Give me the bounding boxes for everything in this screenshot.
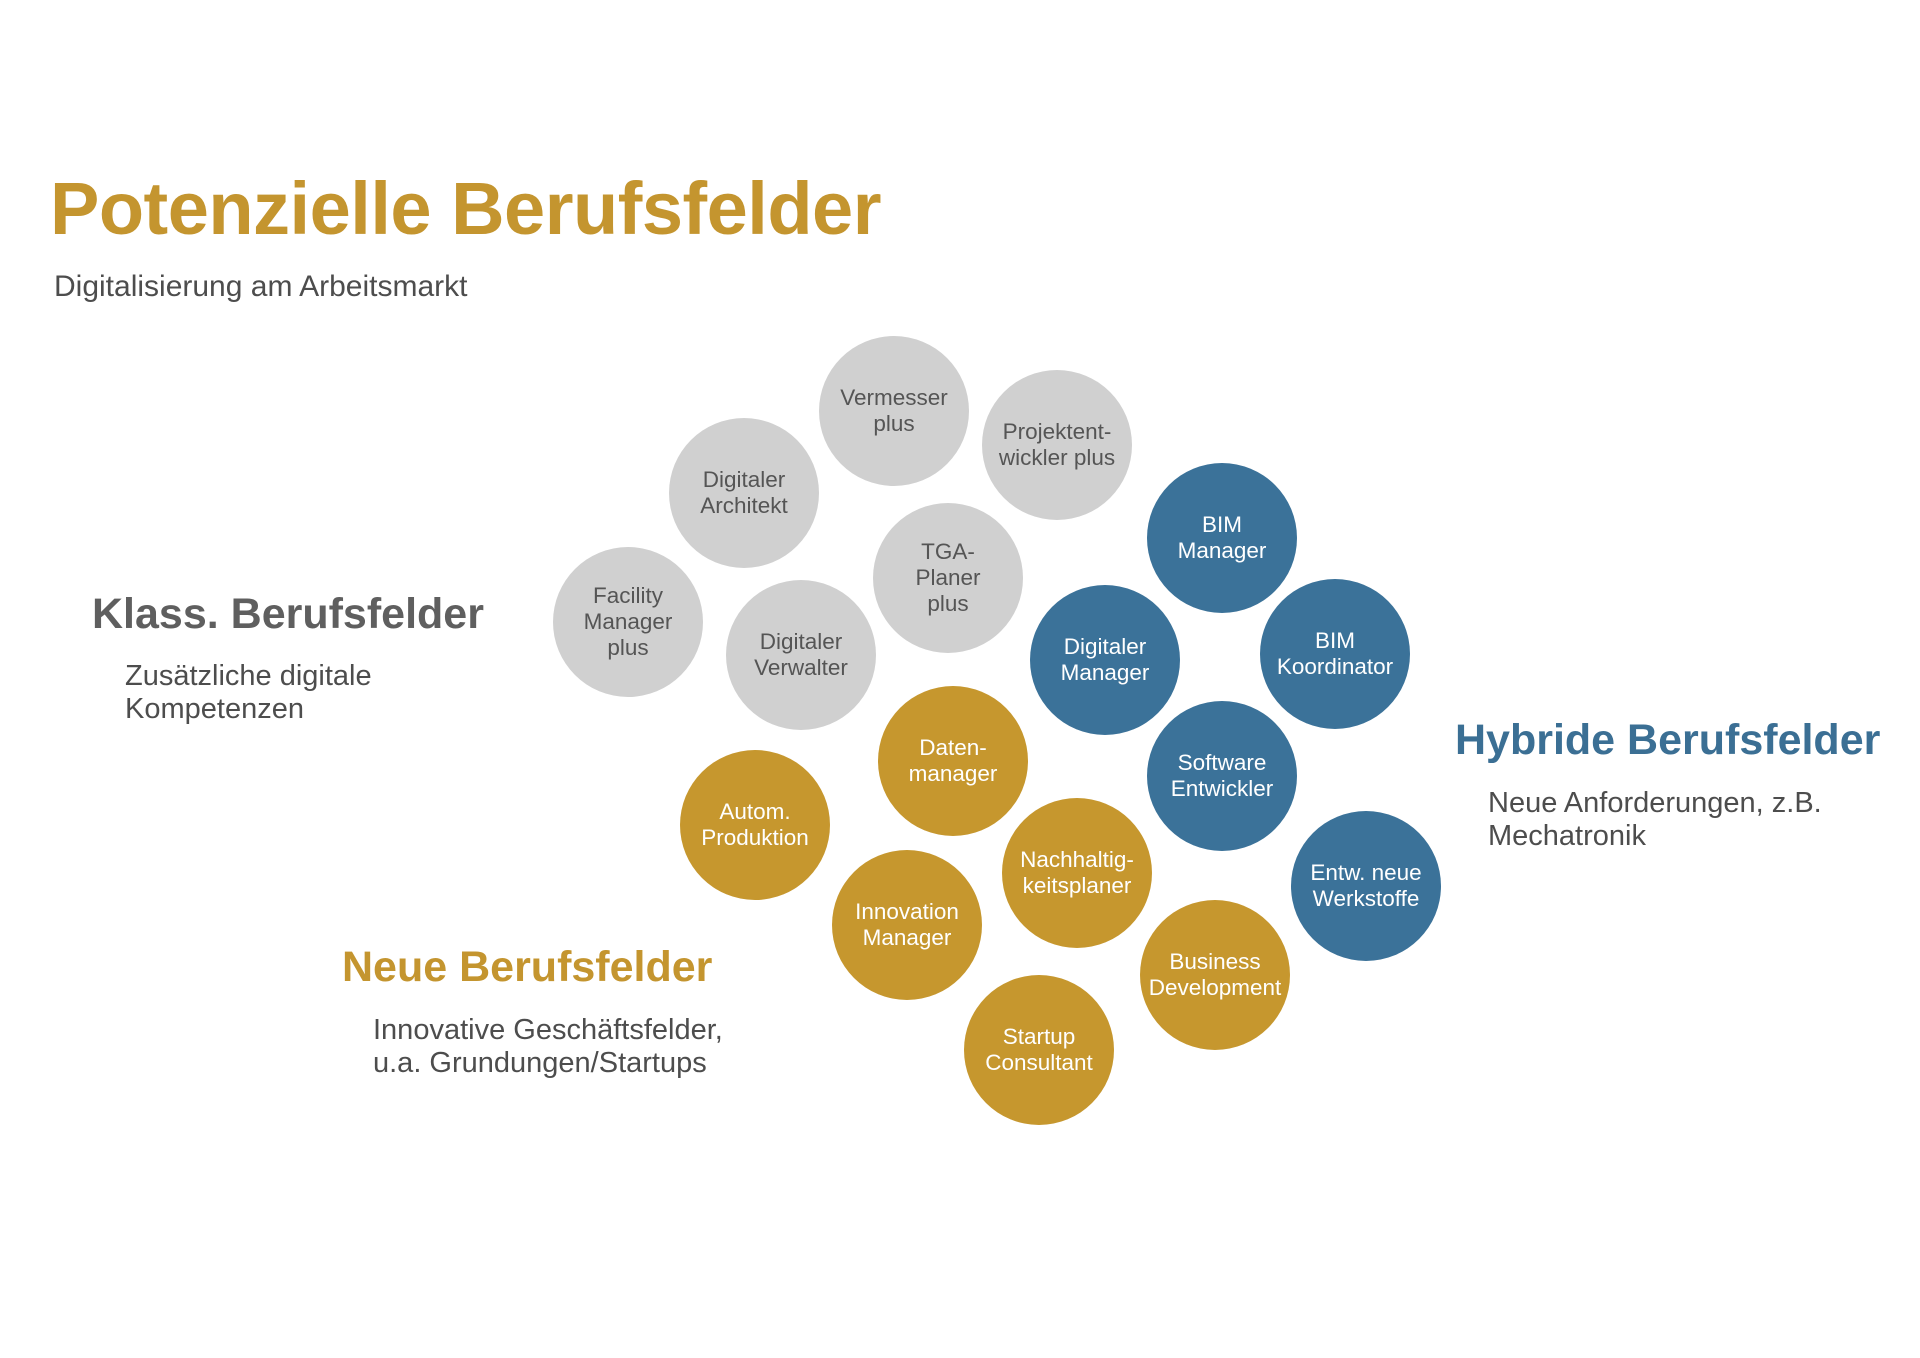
bubble-label: Facility Manager plus	[583, 583, 673, 660]
bubble-label: Digitaler Verwalter	[754, 629, 848, 680]
bubble-startup-consultant: Startup Consultant	[964, 975, 1114, 1125]
bubble-label: TGA- Planer plus	[915, 539, 981, 616]
heading-klass-berufsfelder: Klass. Berufsfelder	[92, 590, 484, 638]
bubble-label: Innovation Manager	[855, 899, 959, 950]
bubble-label: Digitaler Manager	[1060, 634, 1150, 685]
bubble-label: Software Entwickler	[1170, 750, 1274, 801]
bubble-innovation-manager: Innovation Manager	[832, 850, 982, 1000]
heading-neue-berufsfelder: Neue Berufsfelder	[342, 943, 713, 991]
bubble-tga-planer-plus: TGA- Planer plus	[873, 503, 1023, 653]
desc-hybride-berufsfelder: Neue Anforderungen, z.B. Mechatronik	[1488, 787, 1822, 852]
bubble-bim-koordinator: BIM Koordinator	[1260, 579, 1410, 729]
desc-klass-berufsfelder: Zusätzliche digitale Kompetenzen	[125, 660, 372, 725]
bubble-label: BIM Manager	[1177, 512, 1267, 563]
bubble-facility-manager-plus: Facility Manager plus	[553, 547, 703, 697]
bubble-label: Daten- manager	[908, 735, 998, 786]
bubble-autom-produktion: Autom. Produktion	[680, 750, 830, 900]
bubble-label: Nachhaltig- keitsplaner	[1020, 847, 1134, 898]
bubble-label: Entw. neue Werkstoffe	[1310, 860, 1422, 911]
bubble-label: BIM Koordinator	[1276, 628, 1394, 679]
heading-hybride-berufsfelder: Hybride Berufsfelder	[1455, 716, 1881, 764]
page-title: Potenzielle Berufsfelder	[50, 167, 882, 250]
page-subtitle: Digitalisierung am Arbeitsmarkt	[54, 270, 468, 303]
desc-neue-berufsfelder: Innovative Geschäftsfelder, u.a. Grundun…	[373, 1014, 723, 1079]
bubble-label: Vermesser plus	[840, 385, 948, 436]
bubble-label: Startup Consultant	[985, 1024, 1093, 1075]
bubble-label: Projektent- wickler plus	[998, 419, 1116, 470]
bubble-business-development: Business Development	[1140, 900, 1290, 1050]
bubble-datenmanager: Daten- manager	[878, 686, 1028, 836]
bubble-projektentwickler-plus: Projektent- wickler plus	[982, 370, 1132, 520]
bubble-label: Digitaler Architekt	[700, 467, 788, 518]
bubble-vermesser-plus: Vermesser plus	[819, 336, 969, 486]
bubble-bim-manager: BIM Manager	[1147, 463, 1297, 613]
bubble-software-entwickler: Software Entwickler	[1147, 701, 1297, 851]
bubble-digitaler-architekt: Digitaler Architekt	[669, 418, 819, 568]
bubble-digitaler-verwalter: Digitaler Verwalter	[726, 580, 876, 730]
bubble-digitaler-manager: Digitaler Manager	[1030, 585, 1180, 735]
bubble-label: Autom. Produktion	[701, 799, 809, 850]
bubble-label: Business Development	[1148, 949, 1282, 1000]
bubble-nachhaltigkeitsplaner: Nachhaltig- keitsplaner	[1002, 798, 1152, 948]
bubble-entw-neue-werkstoffe: Entw. neue Werkstoffe	[1291, 811, 1441, 961]
